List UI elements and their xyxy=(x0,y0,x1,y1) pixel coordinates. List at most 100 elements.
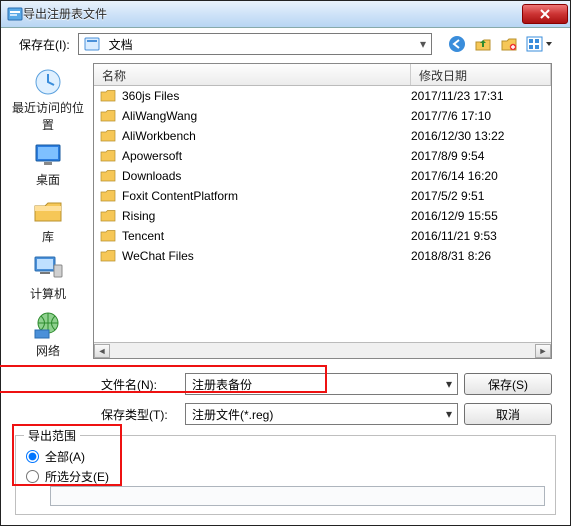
places-bar: 最近访问的位置 桌面 库 计算机 网络 xyxy=(7,63,89,359)
up-one-level-icon[interactable] xyxy=(474,35,492,53)
export-range-group: 导出范围 全部(A) 所选分支(E) xyxy=(15,435,556,515)
table-row[interactable]: Rising2016/12/9 15:55 xyxy=(94,206,551,226)
table-row[interactable]: AliWangWang2017/7/6 17:10 xyxy=(94,106,551,126)
filetype-value: 注册文件(*.reg) xyxy=(186,406,441,423)
place-label: 桌面 xyxy=(36,171,60,188)
place-label: 最近访问的位置 xyxy=(7,99,89,133)
chevron-down-icon[interactable]: ▾ xyxy=(415,37,431,51)
view-menu-icon[interactable] xyxy=(526,35,552,53)
place-label: 库 xyxy=(42,228,54,245)
dialog-body: 最近访问的位置 桌面 库 计算机 网络 名称 修改日期 xyxy=(1,61,570,367)
toolbar-icons xyxy=(448,35,552,53)
close-icon xyxy=(540,9,550,19)
filename-row: 文件名(N): ▾ 保存(S) xyxy=(101,373,552,395)
file-date: 2017/7/6 17:10 xyxy=(411,109,545,123)
file-name: AliWangWang xyxy=(122,109,411,123)
radio-all-row: 全部(A) xyxy=(26,446,545,466)
table-row[interactable]: Apowersoft2017/8/9 9:54 xyxy=(94,146,551,166)
table-row[interactable]: Foxit ContentPlatform2017/5/2 9:51 xyxy=(94,186,551,206)
filename-label: 文件名(N): xyxy=(101,376,179,393)
file-pane: 名称 修改日期 360js Files2017/11/23 17:31AliWa… xyxy=(93,63,552,359)
filetype-row: 保存类型(T): 注册文件(*.reg) ▾ 取消 xyxy=(101,403,552,425)
file-date: 2017/8/9 9:54 xyxy=(411,149,545,163)
folder-icon xyxy=(100,88,116,104)
place-libraries[interactable]: 库 xyxy=(31,196,65,245)
table-row[interactable]: 360js Files2017/11/23 17:31 xyxy=(94,86,551,106)
place-desktop[interactable]: 桌面 xyxy=(31,141,65,188)
folder-icon xyxy=(100,128,116,144)
branch-path-row xyxy=(26,486,545,506)
place-recent[interactable]: 最近访问的位置 xyxy=(7,67,89,133)
column-date[interactable]: 修改日期 xyxy=(411,64,551,85)
titlebar: 导出注册表文件 xyxy=(1,1,570,28)
scroll-track[interactable] xyxy=(110,344,535,358)
file-name: 360js Files xyxy=(122,89,411,103)
folder-icon xyxy=(100,228,116,244)
file-name: Apowersoft xyxy=(122,149,411,163)
export-range-legend: 导出范围 xyxy=(24,427,80,444)
table-row[interactable]: Downloads2017/6/14 16:20 xyxy=(94,166,551,186)
filename-combo[interactable]: ▾ xyxy=(185,373,458,395)
place-label: 计算机 xyxy=(30,285,66,302)
network-icon xyxy=(31,310,65,340)
place-network[interactable]: 网络 xyxy=(31,310,65,359)
table-row[interactable]: WeChat Files2018/8/31 8:26 xyxy=(94,246,551,266)
libraries-icon xyxy=(31,196,65,226)
place-computer[interactable]: 计算机 xyxy=(30,253,66,302)
filetype-label: 保存类型(T): xyxy=(101,406,179,423)
save-in-label: 保存在(I): xyxy=(19,36,70,53)
chevron-down-icon[interactable]: ▾ xyxy=(441,377,457,391)
filename-section: 文件名(N): ▾ 保存(S) 保存类型(T): 注册文件(*.reg) ▾ 取… xyxy=(1,367,570,429)
new-folder-icon[interactable] xyxy=(500,35,518,53)
horizontal-scrollbar[interactable]: ◄ ► xyxy=(94,342,551,358)
table-row[interactable]: AliWorkbench2016/12/30 13:22 xyxy=(94,126,551,146)
file-date: 2016/11/21 9:53 xyxy=(411,229,545,243)
radio-all[interactable] xyxy=(26,450,39,463)
back-icon[interactable] xyxy=(448,35,466,53)
file-date: 2016/12/9 15:55 xyxy=(411,209,545,223)
radio-all-label: 全部(A) xyxy=(45,448,85,465)
file-list-header: 名称 修改日期 xyxy=(94,64,551,86)
recent-places-icon xyxy=(31,67,65,97)
save-in-combo[interactable]: 文档 ▾ xyxy=(78,33,432,55)
folder-icon xyxy=(100,168,116,184)
radio-selected-branch[interactable] xyxy=(26,470,39,483)
close-button[interactable] xyxy=(522,4,568,24)
place-label: 网络 xyxy=(36,342,60,359)
file-name: Tencent xyxy=(122,229,411,243)
file-list[interactable]: 360js Files2017/11/23 17:31AliWangWang20… xyxy=(94,86,551,342)
documents-icon xyxy=(83,35,101,53)
desktop-icon xyxy=(31,141,65,169)
file-date: 2017/6/14 16:20 xyxy=(411,169,545,183)
cancel-button[interactable]: 取消 xyxy=(464,403,552,425)
file-date: 2018/8/31 8:26 xyxy=(411,249,545,263)
save-in-value: 文档 xyxy=(105,36,415,53)
scroll-right-icon[interactable]: ► xyxy=(535,344,551,358)
save-button[interactable]: 保存(S) xyxy=(464,373,552,395)
computer-icon xyxy=(31,253,65,283)
file-date: 2017/5/2 9:51 xyxy=(411,189,545,203)
folder-icon xyxy=(100,108,116,124)
file-name: Rising xyxy=(122,209,411,223)
file-date: 2016/12/30 13:22 xyxy=(411,129,545,143)
filetype-combo[interactable]: 注册文件(*.reg) ▾ xyxy=(185,403,458,425)
file-name: Downloads xyxy=(122,169,411,183)
folder-icon xyxy=(100,208,116,224)
app-icon xyxy=(7,6,23,22)
window-title: 导出注册表文件 xyxy=(23,5,522,22)
column-name[interactable]: 名称 xyxy=(94,64,411,85)
chevron-down-icon[interactable]: ▾ xyxy=(441,407,457,421)
radio-branch-label: 所选分支(E) xyxy=(45,468,109,485)
file-date: 2017/11/23 17:31 xyxy=(411,89,545,103)
file-name: WeChat Files xyxy=(122,249,411,263)
radio-branch-row: 所选分支(E) xyxy=(26,466,545,486)
filename-input[interactable] xyxy=(186,377,441,391)
scroll-left-icon[interactable]: ◄ xyxy=(94,344,110,358)
file-name: Foxit ContentPlatform xyxy=(122,189,411,203)
table-row[interactable]: Tencent2016/11/21 9:53 xyxy=(94,226,551,246)
file-name: AliWorkbench xyxy=(122,129,411,143)
folder-icon xyxy=(100,148,116,164)
branch-path-input[interactable] xyxy=(50,486,545,506)
folder-icon xyxy=(100,248,116,264)
folder-icon xyxy=(100,188,116,204)
